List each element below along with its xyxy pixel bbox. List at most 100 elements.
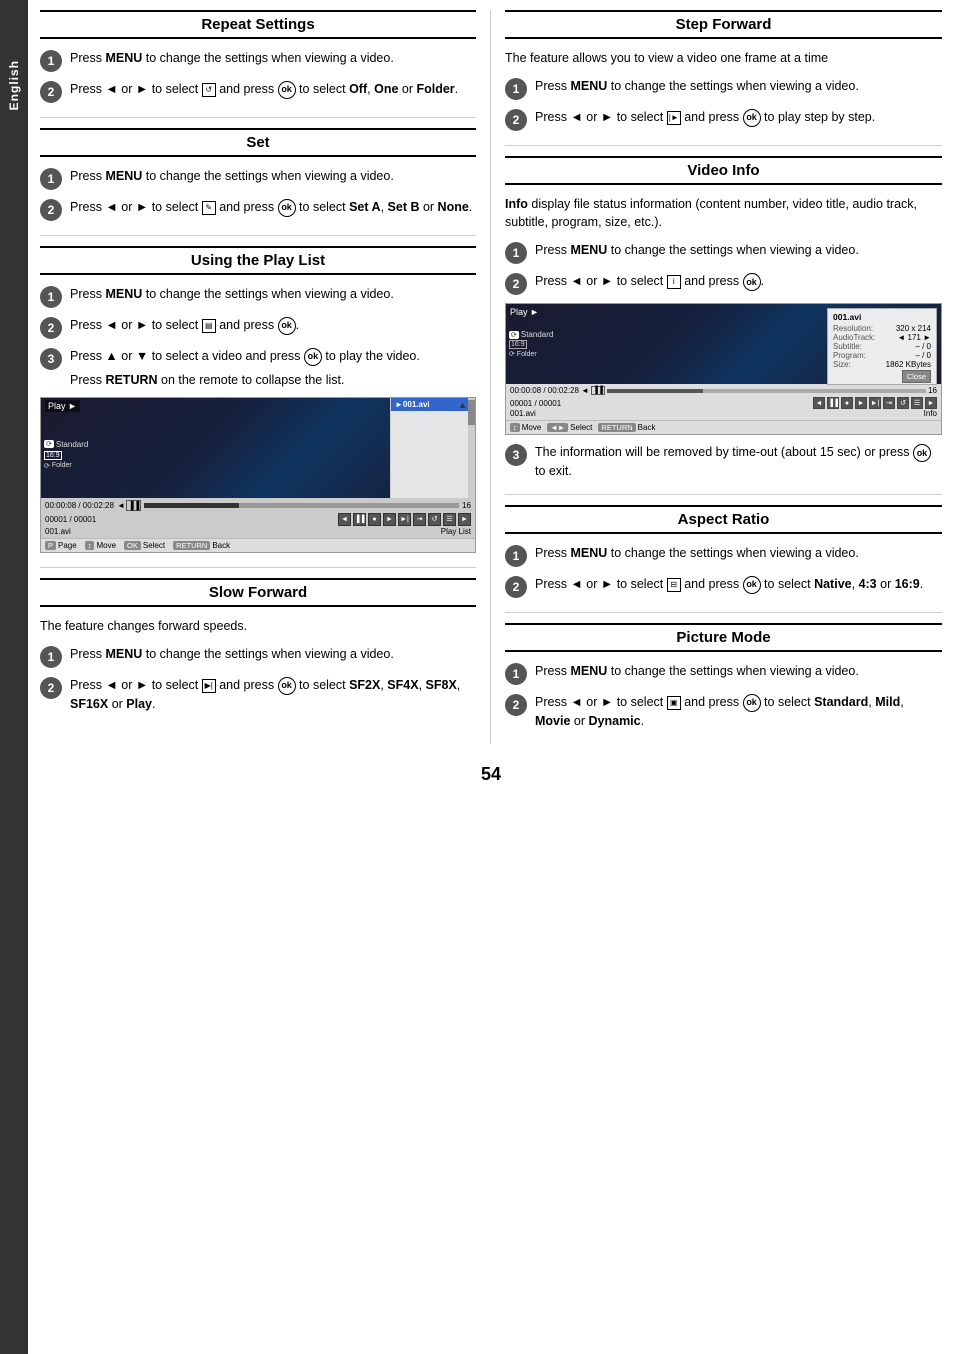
bottom-nav: P Page ↕ Move OK Select bbox=[41, 538, 475, 552]
divider bbox=[505, 145, 942, 146]
vi-prev[interactable]: ◄ bbox=[813, 397, 825, 409]
vi-return-key: RETURN bbox=[598, 423, 635, 432]
ok-icon: ok bbox=[304, 348, 322, 366]
vi-size-row: Size:1862 KBytes bbox=[833, 360, 931, 369]
player-overlay: Play ► ►001.avi ▲ bbox=[41, 398, 475, 498]
rotate-btn[interactable]: ↺ bbox=[428, 513, 441, 526]
divider bbox=[40, 117, 476, 118]
vi-time: 00:00:08 / 00:02:28 bbox=[510, 386, 579, 395]
ratio-label: 16:9 bbox=[44, 451, 88, 460]
step-row: 2 Press ◄ or ► to select ▶| and press ok… bbox=[40, 676, 476, 713]
repeat-icon: ↺ bbox=[202, 83, 216, 97]
progress-row: 00:00:08 / 00:02:28 ◄▐▐ 16 bbox=[45, 500, 471, 511]
step-text: Press MENU to change the settings when v… bbox=[535, 241, 942, 259]
vi-ratio-label: 16:9 bbox=[509, 340, 553, 349]
vi-track-info: 00001 / 00001 bbox=[510, 399, 561, 408]
divider bbox=[505, 494, 942, 495]
step-text: Press MENU to change the settings when v… bbox=[70, 49, 476, 67]
ok-icon: ok bbox=[278, 199, 296, 217]
pic-icon: ▣ bbox=[667, 696, 681, 710]
step-row: 1 Press MENU to change the settings when… bbox=[40, 49, 476, 72]
section-title-slow-forward: Slow Forward bbox=[40, 578, 476, 607]
vi-pause[interactable]: ▐▐ bbox=[827, 397, 839, 409]
step-number-1: 1 bbox=[40, 646, 62, 668]
slow-forward-desc: The feature changes forward speeds. bbox=[40, 617, 476, 635]
fwd-btn[interactable]: ► bbox=[458, 513, 471, 526]
step-text: Press ◄ or ► to select ↺ and press ok to… bbox=[70, 80, 476, 99]
vi-stop[interactable]: ● bbox=[841, 397, 853, 409]
vi-move-label: Move bbox=[522, 423, 542, 432]
vi-subtitle-row: Subtitle:– / 0 bbox=[833, 342, 931, 351]
page-number: 54 bbox=[40, 764, 942, 785]
track-info: 00001 / 00001 bbox=[45, 515, 96, 524]
section-slow-forward: Slow Forward The feature changes forward… bbox=[40, 578, 476, 713]
play-list-label: Play List bbox=[441, 527, 471, 536]
vi-play[interactable]: ► bbox=[855, 397, 867, 409]
player-top-bar: Play ► ►001.avi ▲ bbox=[41, 398, 475, 414]
step-row: 2 Press ◄ or ► to select i and press ok. bbox=[505, 272, 942, 295]
track-end: 16 bbox=[462, 501, 471, 510]
nav-back: RETURN Back bbox=[173, 541, 230, 550]
vi-menu[interactable]: ☰ bbox=[911, 397, 923, 409]
side-tab: English bbox=[0, 0, 28, 1354]
ok-icon: ok bbox=[743, 109, 761, 127]
nav-move: ↕ Move bbox=[85, 541, 116, 550]
step-row: 2 Press ◄ or ► to select ▣ and press ok … bbox=[505, 693, 942, 730]
page-key: P bbox=[45, 541, 56, 550]
play-btn[interactable]: ► bbox=[383, 513, 396, 526]
info-icon: i bbox=[667, 275, 681, 289]
vi-fwd[interactable]: ► bbox=[925, 397, 937, 409]
vi-close-btn[interactable]: Close bbox=[902, 370, 931, 383]
page-wrapper: English Repeat Settings 1 Press MENU to … bbox=[0, 0, 954, 1354]
step-number-2: 2 bbox=[40, 199, 62, 221]
next-btn[interactable]: ►| bbox=[398, 513, 411, 526]
video-info-desc: Info display file status information (co… bbox=[505, 195, 942, 231]
step-row: 1 Press MENU to change the settings when… bbox=[505, 544, 942, 567]
ok-icon: ok bbox=[743, 273, 761, 291]
step-row: 2 Press ◄ or ► to select ✎ and press ok … bbox=[40, 198, 476, 221]
move-label: Move bbox=[96, 541, 116, 550]
divider bbox=[40, 235, 476, 236]
section-repeat-settings: Repeat Settings 1 Press MENU to change t… bbox=[40, 10, 476, 103]
progress-bar bbox=[144, 503, 459, 508]
vi-progress-fill bbox=[607, 389, 703, 393]
vi-folder-label: ⟳ Folder bbox=[509, 350, 553, 358]
step-row: 3 Press ▲ or ▼ to select a video and pre… bbox=[40, 347, 476, 389]
vi-nav-move: ↕ Move bbox=[510, 423, 541, 432]
vi-move-key: ↕ bbox=[510, 423, 520, 432]
step-forward-desc: The feature allows you to view a video o… bbox=[505, 49, 942, 67]
vi-ff[interactable]: ⇥ bbox=[883, 397, 895, 409]
vi-select-label: Select bbox=[570, 423, 592, 432]
step-number-2: 2 bbox=[40, 81, 62, 103]
step-row: 1 Press MENU to change the settings when… bbox=[505, 241, 942, 264]
step-text: Press MENU to change the settings when v… bbox=[535, 662, 942, 680]
section-play-list: Using the Play List 1 Press MENU to chan… bbox=[40, 246, 476, 553]
menu-btn[interactable]: ☰ bbox=[443, 513, 456, 526]
section-aspect-ratio: Aspect Ratio 1 Press MENU to change the … bbox=[505, 505, 942, 598]
prev-btn[interactable]: ◄ bbox=[338, 513, 351, 526]
ff-btn[interactable]: ⇥ bbox=[413, 513, 426, 526]
step-number-1: 1 bbox=[505, 242, 527, 264]
standard-label: ⟳ Standard bbox=[44, 440, 88, 449]
stop-btn[interactable]: ● bbox=[368, 513, 381, 526]
section-set: Set 1 Press MENU to change the settings … bbox=[40, 128, 476, 221]
vi-buttons: ◄ ▐▐ ● ► ►| ⇥ ↺ ☰ ► bbox=[813, 397, 937, 409]
folder-label: ⟳ Folder bbox=[44, 462, 88, 470]
vi-rotate[interactable]: ↺ bbox=[897, 397, 909, 409]
step-text: Press MENU to change the settings when v… bbox=[70, 285, 476, 303]
move-key: ↕ bbox=[85, 541, 95, 550]
step-number-1: 1 bbox=[505, 545, 527, 567]
right-column: Step Forward The feature allows you to v… bbox=[491, 10, 942, 744]
step-row: 1 Press MENU to change the settings when… bbox=[505, 662, 942, 685]
progress-fill bbox=[144, 503, 238, 508]
left-column: Repeat Settings 1 Press MENU to change t… bbox=[40, 10, 491, 744]
set-icon: ✎ bbox=[202, 201, 216, 215]
step-text: Press ◄ or ► to select |► and press ok t… bbox=[535, 108, 942, 127]
vi-filename-bar: 001.avi bbox=[510, 409, 536, 418]
sf-icon: ▶| bbox=[202, 679, 216, 693]
step-text: Press ◄ or ► to select ⊟ and press ok to… bbox=[535, 575, 942, 594]
pause-btn[interactable]: ▐▐ bbox=[353, 513, 366, 526]
vi-next[interactable]: ►| bbox=[869, 397, 881, 409]
ok-icon: ok bbox=[278, 81, 296, 99]
step-row: 1 Press MENU to change the settings when… bbox=[40, 285, 476, 308]
